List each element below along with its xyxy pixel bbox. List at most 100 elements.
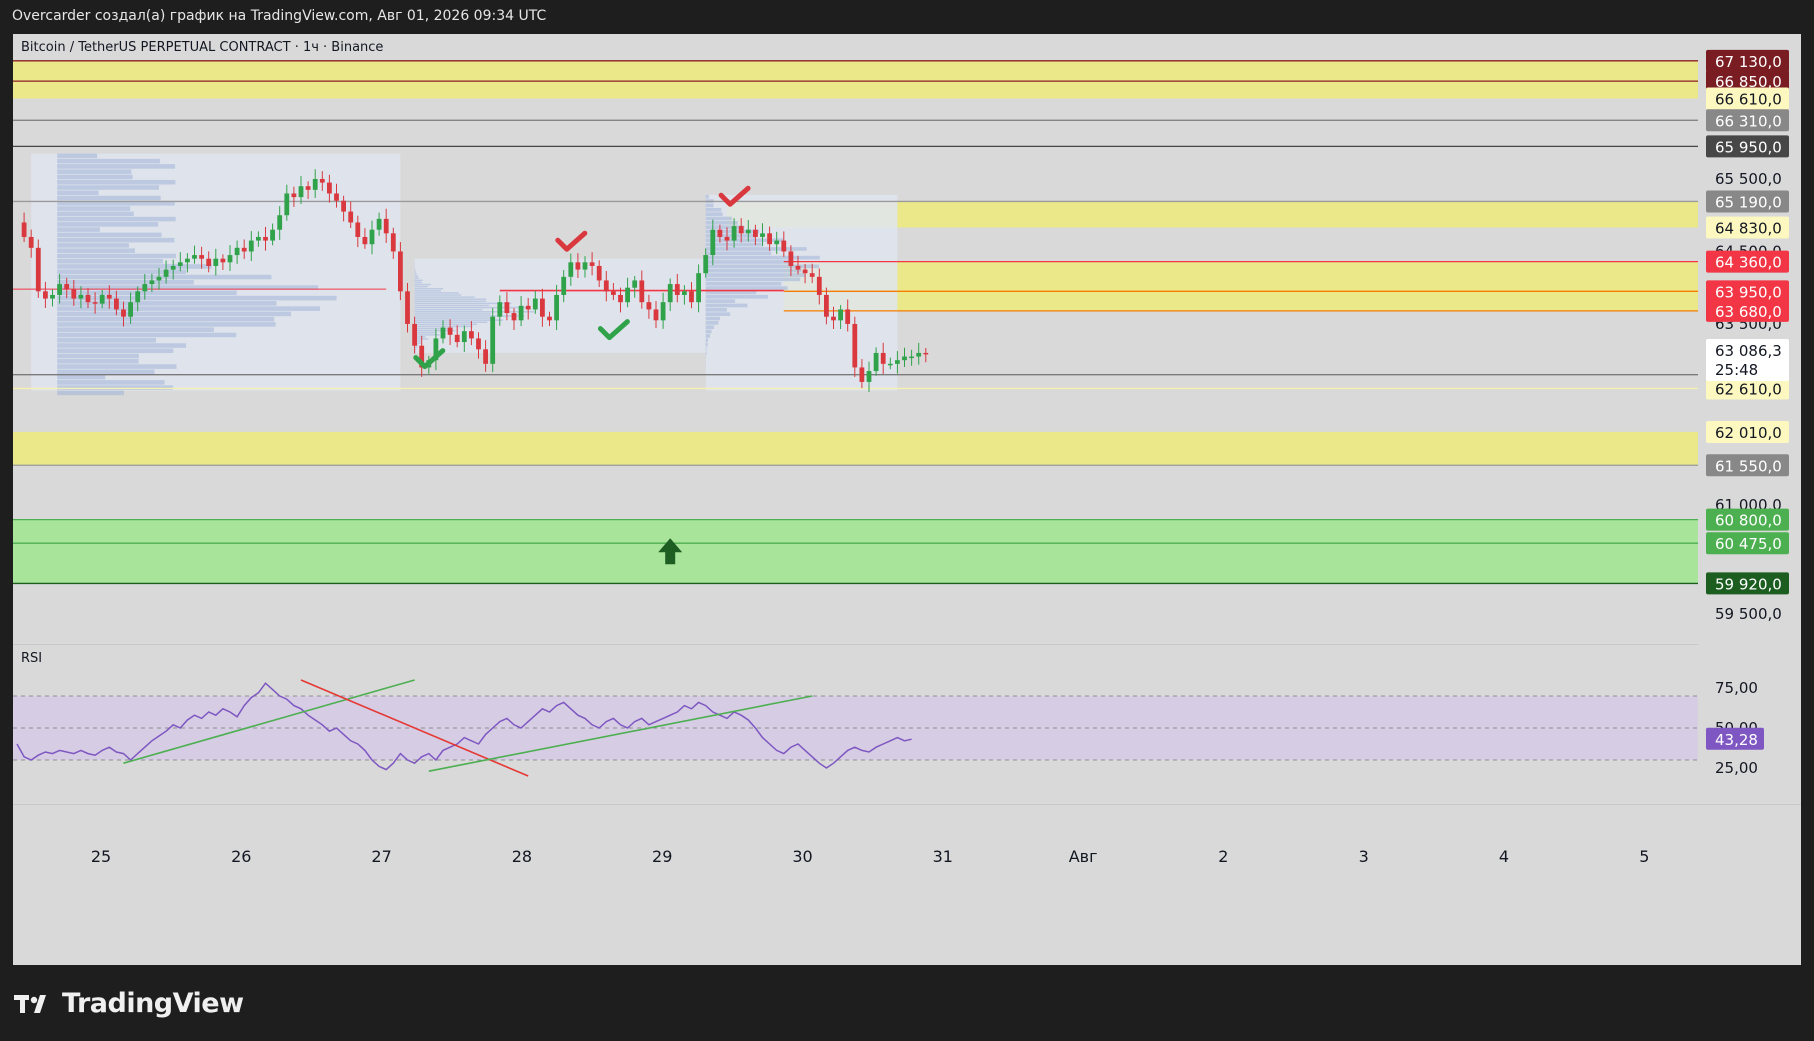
volume-profile-bar: [705, 321, 719, 325]
candle-body: [824, 294, 829, 317]
chart-area[interactable]: 65 500,064 500,063 500,061 000,059 500,0…: [13, 34, 1801, 965]
candle-body: [838, 309, 843, 321]
volume-profiles: [31, 153, 898, 396]
volume-profile-bar: [414, 311, 535, 313]
volume-profile-bar: [705, 294, 769, 299]
candle-body: [142, 284, 148, 292]
zone-support-3: [13, 431, 1698, 466]
candle-body: [561, 276, 567, 295]
time-tick-label: Авг: [1069, 847, 1098, 866]
price-label-text: 63 950,0: [1715, 283, 1782, 301]
candle-body: [731, 226, 737, 241]
price-label-text: 64 360,0: [1715, 254, 1782, 272]
time-tick-label: 26: [231, 847, 251, 866]
candle-body: [263, 236, 268, 241]
candle-body: [78, 294, 84, 299]
volume-profile-bar: [57, 195, 161, 201]
volume-profile-bar: [414, 273, 417, 275]
candle-body: [220, 258, 226, 263]
volume-profile-bar: [414, 294, 462, 296]
candle-body: [703, 255, 709, 274]
candle-body: [312, 178, 318, 190]
candle-body: [114, 298, 119, 310]
time-tick-label: 30: [792, 847, 812, 866]
volume-profile-bar: [705, 251, 772, 256]
volume-profile-bar: [57, 153, 98, 159]
price-label-text: 60 475,0: [1715, 535, 1782, 553]
candle-body: [213, 258, 219, 266]
candle-body: [461, 331, 467, 343]
candle-body: [376, 218, 382, 230]
time-tick-label: 5: [1639, 847, 1649, 866]
candle-body: [149, 280, 155, 285]
candle-body: [99, 294, 105, 304]
candle-body: [767, 233, 772, 245]
rsi-pane[interactable]: RSI75,0050,0025,0043,28: [13, 644, 1764, 777]
price-label-text: 65 190,0: [1715, 193, 1782, 211]
volume-profile-bar: [705, 247, 807, 251]
volume-profile-bar: [57, 253, 176, 259]
time-tick-label: 31: [933, 847, 953, 866]
volume-profile-bar: [414, 315, 525, 317]
volume-profile-bar: [57, 258, 163, 264]
candle-body: [625, 287, 630, 303]
candle-body: [909, 356, 914, 359]
volume-profile-bar: [57, 185, 160, 190]
candle-body: [35, 247, 41, 292]
volume-profile-bar: [705, 329, 712, 334]
time-tick-label: 3: [1359, 847, 1369, 866]
volume-profile-bar: [57, 364, 177, 369]
volume-profile-bar: [57, 206, 131, 211]
price-label-text: 66 310,0: [1715, 112, 1782, 130]
time-axis[interactable]: 25 26 27 28 29 30 31 Авг 2 3 4 5: [13, 804, 1801, 866]
candle-body: [632, 280, 638, 288]
candle-body: [816, 276, 822, 295]
candle-body: [177, 262, 183, 266]
candle-body: [511, 313, 517, 321]
candle-body: [923, 352, 929, 355]
volume-profile-bar: [57, 353, 139, 359]
volume-profile-bar: [57, 337, 157, 343]
volume-profile-bar: [57, 327, 214, 332]
volume-profile-bar: [57, 248, 135, 253]
volume-profile-bar: [57, 380, 165, 385]
zone-resistance-0: [13, 60, 1698, 99]
price-label-text: 61 550,0: [1715, 457, 1782, 475]
candle-body: [185, 258, 190, 263]
price-label-text: 67 130,0: [1715, 53, 1782, 71]
candle-body: [866, 371, 872, 382]
candle-body: [277, 215, 283, 230]
time-axis-separator: [13, 804, 1801, 805]
tradingview-logo[interactable]: TradingView: [14, 988, 244, 1019]
candle-body: [689, 291, 694, 303]
candle-body: [447, 327, 453, 335]
volume-profile-bar: [414, 279, 423, 282]
volume-profile-bar: [57, 348, 174, 354]
candle-body: [483, 349, 488, 364]
candle-body: [540, 298, 545, 317]
candle-body: [717, 229, 723, 237]
volume-profile-bar: [705, 334, 710, 338]
chart-canvas[interactable]: 65 500,064 500,063 500,061 000,059 500,0…: [13, 34, 1801, 965]
volume-profile-bar: [414, 288, 444, 290]
candle-body: [589, 262, 595, 266]
candle-body: [327, 182, 332, 194]
candle-body: [199, 255, 204, 259]
volume-profile-bar: [414, 292, 459, 294]
volume-profile-bar: [414, 275, 419, 277]
volume-profile-bar: [414, 306, 530, 309]
volume-profile-bar: [57, 306, 321, 311]
annotations: [413, 185, 751, 565]
candle-body: [469, 331, 474, 339]
candle-body: [788, 251, 794, 266]
candle-body: [760, 233, 765, 237]
candle-body: [476, 338, 481, 350]
volume-profile-bar: [57, 174, 133, 180]
candle-body: [355, 222, 361, 237]
volume-profile-bar: [57, 211, 134, 217]
candle-body: [639, 280, 645, 303]
volume-profile-bar: [705, 347, 707, 351]
price-label-text: 62 610,0: [1715, 380, 1782, 398]
volume-profile-bar: [57, 237, 175, 243]
time-tick-label: 27: [371, 847, 391, 866]
